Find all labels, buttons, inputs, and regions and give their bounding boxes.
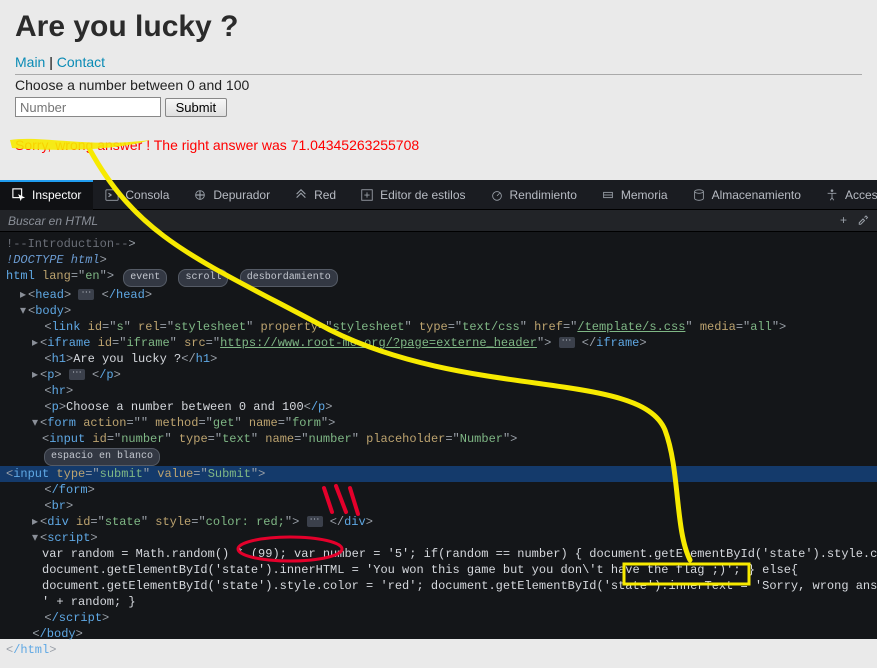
pill-overflow[interactable]: desbordamiento (240, 269, 338, 287)
dom-input-number[interactable]: <input id="number" type="text" name="num… (6, 431, 877, 447)
tab-storage[interactable]: Almacenamiento (680, 180, 813, 210)
tab-console[interactable]: Consola (93, 180, 181, 210)
dom-html-close[interactable]: </html> (6, 642, 877, 658)
devtools-panel: Inspector Consola Depurador Red Editor d… (0, 180, 877, 639)
tab-storage-label: Almacenamiento (712, 188, 801, 202)
dom-hr[interactable]: <hr> (6, 383, 877, 399)
tab-accessibility[interactable]: Accesibilidad (813, 180, 877, 210)
pill-whitespace: espacio en blanco (44, 448, 160, 466)
dom-form-close[interactable]: </form> (6, 482, 877, 498)
prompt-text: Choose a number between 0 and 100 (15, 77, 862, 93)
debugger-icon (193, 188, 207, 202)
expander-icon[interactable]: ▸ (30, 514, 40, 530)
network-icon (294, 188, 308, 202)
memory-icon (601, 188, 615, 202)
nav-contact-link[interactable]: Contact (57, 54, 105, 70)
dom-script-body: document.getElementById('state').innerHT… (6, 562, 877, 578)
tab-memory[interactable]: Memoria (589, 180, 680, 210)
dom-tree[interactable]: !--Introduction--> !DOCTYPE html> html l… (0, 232, 877, 668)
dom-p-choose[interactable]: <p>Choose a number between 0 and 100</p> (6, 399, 877, 415)
dom-script-open[interactable]: ▾<script> (6, 530, 877, 546)
dom-link[interactable]: <link id="s" rel="stylesheet" property="… (6, 319, 877, 335)
state-message: Sorry, wrong answer ! The right answer w… (15, 137, 862, 153)
devtools-search-placeholder: Buscar en HTML (8, 214, 98, 228)
expander-icon[interactable]: ▾ (18, 303, 28, 319)
devtools-tabs: Inspector Consola Depurador Red Editor d… (0, 180, 877, 210)
expander-icon[interactable]: ▸ (30, 335, 40, 351)
accessibility-icon (825, 188, 839, 202)
dom-whitespace: espacio en blanco (6, 447, 877, 466)
styles-icon (360, 188, 374, 202)
tab-inspector-label: Inspector (32, 188, 81, 202)
dom-script-close[interactable]: </script> (6, 610, 877, 626)
ellipsis-icon[interactable]: ⋯ (559, 337, 575, 348)
dom-script-body: var random = Math.random() * (99); var n… (6, 546, 877, 562)
page-title: Are you lucky ? (15, 10, 862, 44)
expander-icon[interactable]: ▾ (30, 415, 40, 431)
dom-body-open[interactable]: ▾<body> (6, 303, 877, 319)
console-icon (105, 188, 119, 202)
dom-body-close[interactable]: </body> (6, 626, 877, 642)
devtools-searchbar[interactable]: Buscar en HTML + (0, 210, 877, 232)
expander-icon[interactable]: ▸ (30, 367, 40, 383)
ellipsis-icon[interactable]: ⋯ (78, 289, 94, 300)
guess-form: Submit (15, 97, 862, 117)
dom-br[interactable]: <br> (6, 498, 877, 514)
performance-icon (490, 188, 504, 202)
inspector-icon (12, 188, 26, 202)
eyedropper-icon[interactable] (857, 213, 869, 228)
dom-html-open[interactable]: html lang="en"> event scroll desbordamie… (6, 268, 877, 287)
submit-button[interactable]: Submit (165, 98, 227, 117)
nav-sep: | (45, 54, 56, 70)
dom-form-open[interactable]: ▾<form action="" method="get" name="form… (6, 415, 877, 431)
dom-state-div[interactable]: ▸<div id="state" style="color: red;"> ⋯ … (6, 514, 877, 530)
dom-doctype: !DOCTYPE html> (6, 252, 877, 268)
tab-network-label: Red (314, 188, 336, 202)
tab-performance[interactable]: Rendimiento (478, 180, 589, 210)
tab-network[interactable]: Red (282, 180, 348, 210)
nav-bar: Main | Contact (15, 54, 862, 70)
tab-inspector[interactable]: Inspector (0, 180, 93, 210)
ellipsis-icon[interactable]: ⋯ (307, 516, 323, 527)
dom-comment: !--Introduction--> (6, 236, 877, 252)
pill-event[interactable]: event (123, 269, 167, 287)
tab-styles[interactable]: Editor de estilos (348, 180, 477, 210)
dom-script-body: document.getElementById('state').style.c… (6, 578, 877, 594)
expander-icon[interactable]: ▸ (18, 287, 28, 303)
storage-icon (692, 188, 706, 202)
number-input[interactable] (15, 97, 161, 117)
dom-iframe[interactable]: ▸<iframe id="iframe" src="https://www.ro… (6, 335, 877, 351)
dom-input-submit[interactable]: <input type="submit" value="Submit"> (0, 466, 877, 482)
tab-debugger[interactable]: Depurador (181, 180, 282, 210)
dom-h1[interactable]: <h1>Are you lucky ?</h1> (6, 351, 877, 367)
nav-main-link[interactable]: Main (15, 54, 45, 70)
pill-scroll[interactable]: scroll (178, 269, 228, 287)
tab-styles-label: Editor de estilos (380, 188, 465, 202)
page-content: Are you lucky ? Main | Contact Choose a … (0, 0, 877, 173)
ellipsis-icon[interactable]: ⋯ (69, 369, 85, 380)
tab-console-label: Consola (125, 188, 169, 202)
tab-memory-label: Memoria (621, 188, 668, 202)
tab-accessibility-label: Accesibilidad (845, 188, 877, 202)
divider (15, 74, 862, 75)
add-icon[interactable]: + (840, 213, 847, 228)
dom-head[interactable]: ▸<head> ⋯ </head> (6, 287, 877, 303)
tab-debugger-label: Depurador (213, 188, 270, 202)
tab-performance-label: Rendimiento (510, 188, 577, 202)
dom-p-empty[interactable]: ▸<p> ⋯ </p> (6, 367, 877, 383)
dom-script-body: ' + random; } (6, 594, 877, 610)
expander-icon[interactable]: ▾ (30, 530, 40, 546)
